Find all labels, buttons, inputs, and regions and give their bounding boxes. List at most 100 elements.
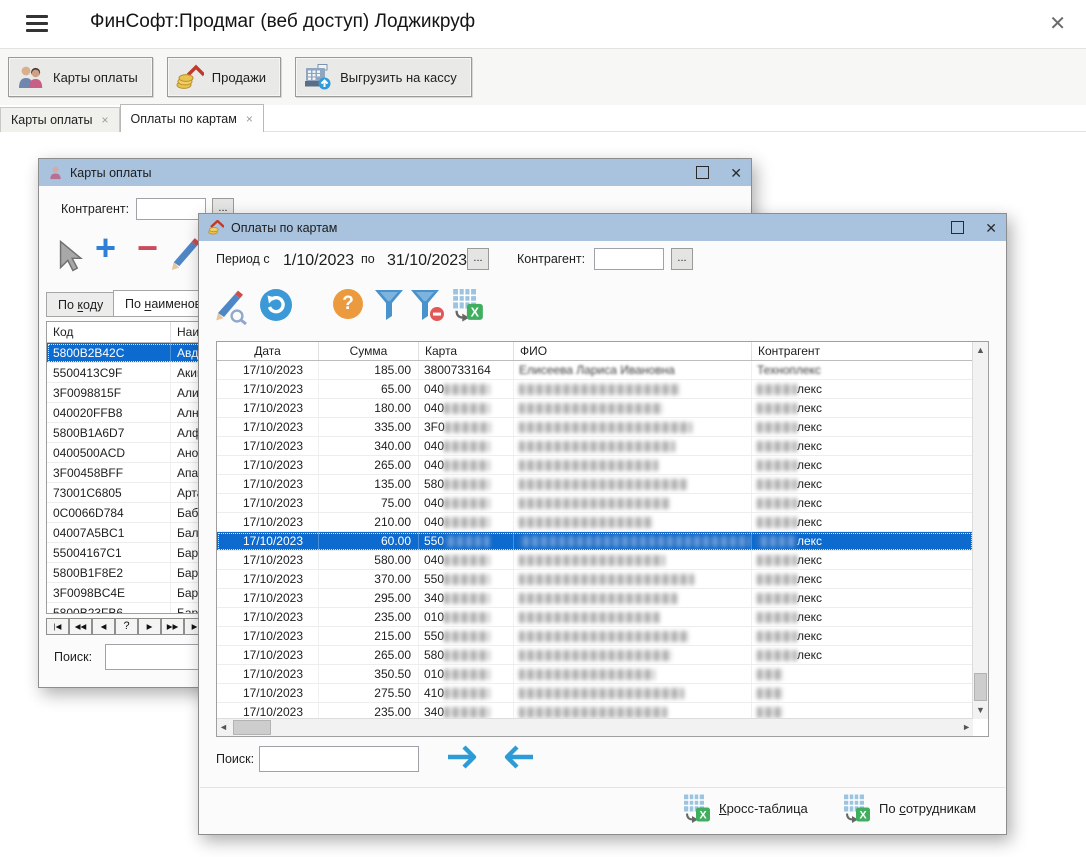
payments-table-row[interactable]: 17/10/2023180.00040лекс [217,399,973,418]
payments-table-row[interactable]: 17/10/2023350.50010 [217,665,973,684]
card-cell: 550 [419,570,514,588]
vertical-scrollbar[interactable]: ▲ ▼ [972,342,988,719]
tab-close-icon[interactable]: × [246,112,253,126]
tab-card-payments[interactable]: Оплаты по картам × [120,104,264,132]
view-edit-icon[interactable] [214,289,250,325]
payment-cards-button[interactable]: Карты оплаты [8,57,153,97]
column-header-card[interactable]: Карта [419,342,514,360]
payments-table-row[interactable]: 17/10/2023210.00040лекс [217,513,973,532]
date-cell: 17/10/2023 [217,532,319,550]
redacted-text [757,422,797,433]
nav-button-5[interactable]: ▶▶ [161,618,184,635]
code-cell: 5500413C9F [47,363,171,382]
card-cell: 010 [419,608,514,626]
payments-table-row[interactable]: 17/10/2023235.00010лекс [217,608,973,627]
by-staff-button[interactable]: X По сотрудникам [843,793,976,824]
column-header-fio[interactable]: ФИО [514,342,752,360]
payments-table-row[interactable]: 17/10/2023295.00340лекс [217,589,973,608]
payment-cards-window-titlebar[interactable]: Карты оплаты ✕ [39,159,751,186]
export-excel-icon[interactable]: X [452,287,484,323]
column-header-date[interactable]: Дата [217,342,319,360]
column-header-code[interactable]: Код [47,322,171,342]
tab-by-code[interactable]: По коду [46,292,115,317]
app-close-icon[interactable]: ✕ [1049,11,1066,36]
fio-cell [514,475,752,493]
search-forward-icon[interactable] [446,743,480,771]
scroll-up-icon[interactable]: ▲ [973,343,988,358]
help-icon[interactable]: ? [333,289,363,319]
scroll-right-icon[interactable]: ► [962,720,971,735]
payments-table-row[interactable]: 17/10/2023580.00040лекс [217,551,973,570]
period-browse-button[interactable]: ... [467,248,489,270]
column-header-sum[interactable]: Сумма [319,342,419,360]
application-window: ФинСофт:Продмаг (веб доступ) Лоджикруф ✕… [0,0,1086,857]
clear-filter-icon[interactable] [409,288,445,322]
upload-to-register-button[interactable]: Выгрузить на кассу [295,57,472,97]
maximize-button[interactable] [951,221,964,234]
nav-button-4[interactable]: ▶ [138,618,161,635]
add-icon[interactable]: + [95,233,116,263]
date-cell: 17/10/2023 [217,494,319,512]
sum-cell: 65.00 [319,380,419,398]
fio-cell [514,684,752,702]
payments-table-row[interactable]: 17/10/2023275.50410 [217,684,973,703]
card-payments-window-titlebar[interactable]: Оплаты по картам ✕ [199,214,1006,241]
payments-table-row[interactable]: 17/10/2023215.00550лекс [217,627,973,646]
horizontal-scroll-thumb[interactable] [233,720,271,735]
payments-table-row[interactable]: 17/10/2023370.00550лекс [217,570,973,589]
scroll-left-icon[interactable]: ◄ [219,720,228,735]
payments-table-row[interactable]: 17/10/2023185.003800733164Елисеева Ларис… [217,361,973,380]
vertical-scroll-thumb[interactable] [974,673,987,701]
close-button[interactable]: ✕ [985,221,997,235]
card-cell: 040 [419,456,514,474]
payments-table-row[interactable]: 17/10/2023135.00580лекс [217,475,973,494]
code-cell: 5800B2B42C [47,343,171,362]
redacted-text [757,498,797,509]
search-label: Поиск: [216,752,254,766]
delete-icon[interactable]: − [137,233,158,263]
scroll-down-icon[interactable]: ▼ [973,703,988,718]
redacted-text [444,707,490,718]
search-input[interactable] [259,746,419,772]
maximize-button[interactable] [696,166,709,179]
period-from-value[interactable]: 1/10/2023 [283,252,354,270]
horizontal-scrollbar[interactable]: ◄ ► [217,718,973,736]
tab-close-icon[interactable]: × [102,113,109,127]
refresh-icon[interactable] [259,288,293,322]
nav-button-2[interactable]: ◀ [92,618,115,635]
contragent-input[interactable] [136,198,206,220]
payments-table-row[interactable]: 17/10/2023340.00040лекс [217,437,973,456]
code-cell: 5800B1A6D7 [47,423,171,442]
payments-table-row[interactable]: 17/10/2023265.00040лекс [217,456,973,475]
redacted-text [757,441,797,452]
close-button[interactable]: ✕ [730,166,742,180]
sales-button[interactable]: Продажи [167,57,281,97]
svg-text:X: X [699,810,707,822]
payments-table-row[interactable]: 17/10/2023335.003F0лекс [217,418,973,437]
edit-pencil-icon[interactable] [169,236,201,270]
hamburger-menu-icon[interactable] [26,15,48,32]
fio-cell [514,456,752,474]
sum-cell: 580.00 [319,551,419,569]
payments-table-row[interactable]: 17/10/202365.00040лекс [217,380,973,399]
nav-button-0[interactable]: |◀ [46,618,69,635]
period-from-label: Период с [216,252,270,266]
nav-button-3[interactable]: ? [115,618,138,635]
cross-table-button[interactable]: X Кросс-таблица [683,793,808,824]
code-cell: 04007A5BC1 [47,523,171,542]
contragent-cell: лекс [752,646,973,664]
payments-table-row[interactable]: 17/10/202375.00040лекс [217,494,973,513]
filter-icon[interactable] [373,288,405,322]
nav-button-1[interactable]: ◀◀ [69,618,92,635]
contragent-cell: лекс [752,589,973,607]
search-back-icon[interactable] [501,743,535,771]
payments-table-row[interactable]: 17/10/2023265.00580лекс [217,646,973,665]
payments-table-row[interactable]: 17/10/202360.00550лекс [217,532,973,551]
period-to-value[interactable]: 31/10/2023 [387,252,467,270]
tab-payment-cards[interactable]: Карты оплаты × [0,107,120,132]
contragent-input[interactable] [594,248,664,270]
date-cell: 17/10/2023 [217,437,319,455]
select-cursor-icon[interactable] [57,240,83,272]
contragent-browse-button[interactable]: ... [671,248,693,270]
column-header-contragent[interactable]: Контрагент [752,342,973,360]
